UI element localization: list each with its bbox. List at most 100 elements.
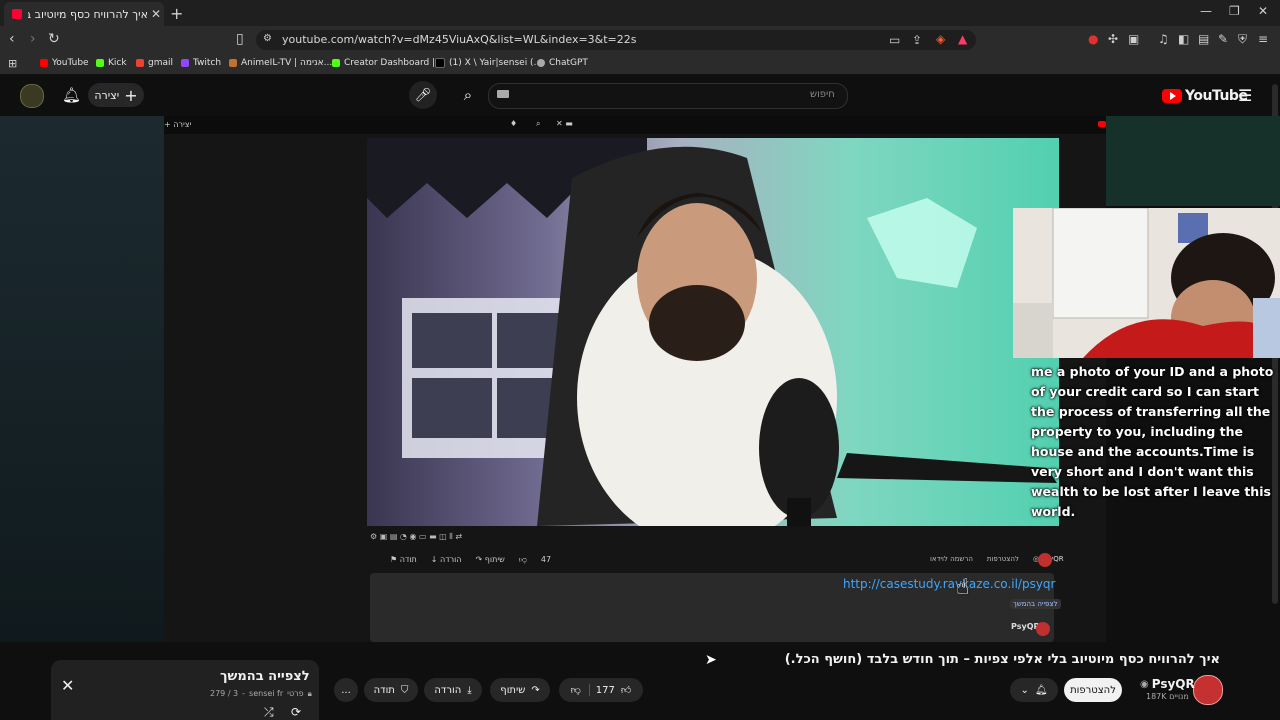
inner-youtube-header: + יצירה ♦ ⌕ ✕ ▬	[164, 116, 1106, 134]
bookmark-x[interactable]: (1) X \ Yair|sensei (...	[435, 58, 542, 68]
subscriber-count: 187K מנויים	[1146, 692, 1189, 701]
playlist-title[interactable]: לצפייה בהמשך	[220, 669, 310, 684]
video-player[interactable]	[367, 138, 1059, 526]
search-placeholder: חיפוש	[810, 89, 835, 100]
guide-menu-icon[interactable]: ☰	[1238, 86, 1252, 105]
media-icon[interactable]: ♫	[1158, 32, 1169, 46]
download-button[interactable]: הורדה ⤓	[424, 678, 482, 702]
inner-search-icon: ⌕	[536, 119, 541, 128]
youtube-icon	[40, 59, 48, 67]
webcam-overlay	[1013, 208, 1280, 358]
chevron-down-icon: ⌄	[1020, 684, 1029, 696]
avatar[interactable]	[20, 84, 44, 108]
loop-icon[interactable]: ⟳	[291, 705, 301, 719]
close-playlist-icon[interactable]: ✕	[61, 676, 74, 695]
subscribe-button[interactable]: להצטרפות	[1064, 678, 1122, 702]
background-panel-right	[1106, 116, 1280, 206]
bookmark-youtube[interactable]: YouTube	[40, 58, 89, 68]
description-link[interactable]: http://casestudy.ravkaze.co.il/psyqr	[843, 577, 1055, 591]
browser-tab-strip: איך להרוויח כסף מיוטיוב בלי אלפי ✕ + — ❐…	[0, 0, 1280, 26]
channel-avatar[interactable]	[1193, 675, 1223, 705]
inner-chip: לצפייה בהמשך	[1010, 599, 1061, 609]
voice-search-icon[interactable]: 🎤︎	[409, 81, 437, 109]
video-frame-illustration	[367, 138, 1057, 526]
brave-rewards-icon[interactable]: ▲	[958, 32, 967, 46]
inner-mic-icon: ♦	[510, 119, 518, 128]
window-close-icon[interactable]: ✕	[1258, 4, 1268, 18]
vpn-icon[interactable]: ⛨	[1238, 32, 1247, 47]
new-tab-button[interactable]: +	[170, 4, 183, 23]
chatgpt-icon	[537, 59, 545, 67]
inner-action-row: ⚑ תודה ↓ הורדה ↷ שיתוף 👎︎ 47	[390, 555, 552, 564]
animeil-icon	[229, 59, 237, 67]
browser-tab[interactable]: איך להרוויח כסף מיוטיוב בלי אלפי ✕	[4, 2, 164, 26]
video-title: איך להרוויח כסף מיוטיוב בלי אלפי צפיות –…	[784, 652, 1220, 667]
maximize-icon[interactable]: ❐	[1229, 4, 1240, 18]
bookmark-gmail[interactable]: gmail	[136, 58, 173, 68]
leo-icon[interactable]: ✎	[1218, 32, 1228, 46]
create-button[interactable]: יצירה +	[88, 83, 144, 107]
screenshot-icon[interactable]: ▣	[1128, 32, 1139, 46]
close-tab-icon[interactable]: ✕	[148, 7, 164, 21]
like-dislike-group: 👎︎ 177 👍︎	[559, 678, 643, 702]
notifications-dropdown[interactable]: ⌄ 🔔︎	[1010, 678, 1058, 702]
webcam-illustration	[1013, 208, 1280, 358]
cast-icon[interactable]: ▭	[889, 33, 900, 47]
minimize-icon[interactable]: —	[1200, 4, 1212, 18]
url-text: youtube.com/watch?v=dMz45ViuAxQ&list=WL&…	[282, 33, 637, 46]
inner-youtube-icon	[1098, 121, 1106, 127]
verified-icon: ◉	[1140, 678, 1149, 690]
bell-icon: 🔔︎	[1034, 684, 1048, 696]
apps-grid-icon[interactable]: ⊞	[8, 57, 17, 70]
menu-icon[interactable]: ≡	[1258, 32, 1268, 46]
gmail-icon	[136, 59, 144, 67]
thanks-button[interactable]: תודה ⛉	[364, 678, 418, 702]
like-count[interactable]: 177	[596, 685, 615, 696]
notifications-bell-icon[interactable]: 🔔︎	[62, 86, 81, 104]
bookmark-animeil[interactable]: AnimeIL-TV | אנימה...	[229, 58, 332, 68]
lock-icon: 🔒︎	[307, 689, 312, 698]
bookmark-icon[interactable]: ▯	[236, 31, 244, 47]
inner-search-box: ✕ ▬	[556, 119, 573, 128]
hand-cursor-icon: ☝	[956, 575, 970, 600]
sidebar-icon[interactable]: ◧	[1178, 32, 1189, 46]
site-info-icon[interactable]: ⚙	[263, 33, 272, 44]
channel-name[interactable]: ◉ PsyQR	[1140, 677, 1195, 691]
plus-icon: +	[124, 85, 138, 105]
youtube-logo[interactable]: YouTube	[1162, 88, 1248, 104]
extensions-icon[interactable]: ✣	[1108, 32, 1118, 46]
share-page-icon[interactable]: ⇪	[912, 33, 922, 47]
wallet-icon[interactable]: ▤	[1198, 32, 1209, 46]
search-icon[interactable]: ⌕	[454, 81, 482, 109]
webcam-caption: me a photo of your ID and a photo of you…	[1031, 364, 1274, 519]
background-panel-left	[0, 116, 164, 642]
bookmark-creator-dashboard[interactable]: Creator Dashboard |...	[332, 58, 444, 68]
download-icon: ⤓	[467, 684, 472, 696]
dislike-icon[interactable]: 👎︎	[571, 684, 590, 696]
kick-icon	[96, 59, 104, 67]
bookmark-kick[interactable]: Kick	[96, 58, 127, 68]
inner-channel-avatar	[1038, 553, 1052, 567]
x-icon	[435, 58, 445, 68]
brave-shield-icon[interactable]: ◈	[936, 32, 945, 46]
share-icon: ↷	[531, 684, 540, 696]
inner-desc-avatar	[1036, 622, 1050, 636]
extension-red-icon[interactable]: ●	[1088, 32, 1098, 46]
more-actions-button[interactable]: ...	[334, 678, 358, 702]
arrow-cursor-icon: ➤	[705, 652, 717, 668]
back-icon[interactable]: ‹	[9, 31, 15, 47]
shuffle-icon[interactable]: ⤮	[264, 705, 274, 720]
super-thanks-icon: ⛉	[400, 684, 409, 696]
like-icon[interactable]: 👍︎	[621, 684, 631, 696]
forward-icon[interactable]: ›	[30, 31, 36, 47]
kick-icon	[332, 59, 340, 67]
reload-icon[interactable]: ↻	[48, 31, 60, 47]
bookmark-chatgpt[interactable]: ChatGPT	[537, 58, 588, 68]
tab-title: איך להרוויח כסף מיוטיוב בלי אלפי	[28, 7, 148, 21]
share-button[interactable]: שיתוף ↷	[490, 678, 550, 702]
keyboard-icon[interactable]	[497, 90, 509, 98]
youtube-favicon-icon	[12, 9, 22, 19]
bookmark-twitch[interactable]: Twitch	[181, 58, 221, 68]
playlist-meta: 279 / 3- sensei fr פרטי 🔒︎	[210, 689, 312, 698]
search-input[interactable]	[488, 83, 848, 109]
